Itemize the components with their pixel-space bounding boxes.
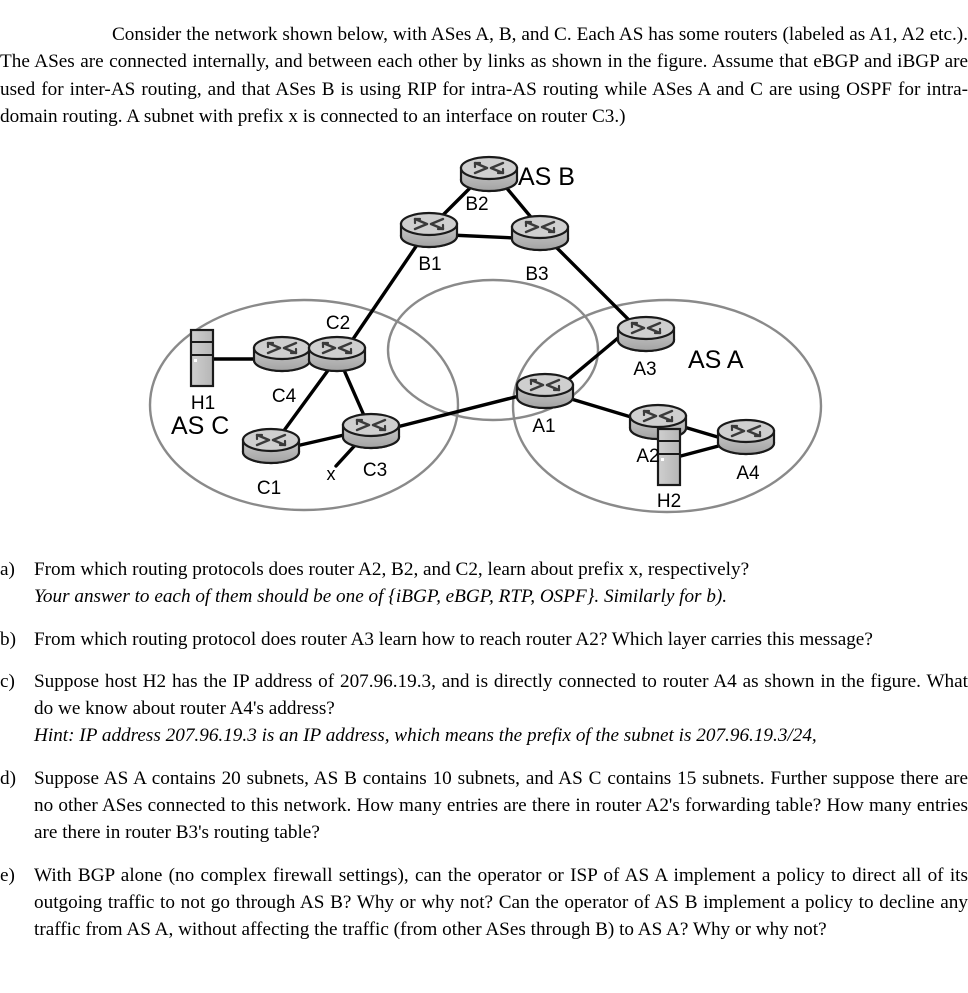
question-list: a) From which routing protocols does rou… bbox=[0, 556, 968, 959]
node-label-C4: C4 bbox=[272, 386, 297, 407]
question-text-c: Suppose host H2 has the IP address of 20… bbox=[34, 670, 968, 720]
node-label-A4: A4 bbox=[736, 463, 760, 484]
node-A4[interactable] bbox=[716, 418, 776, 456]
question-marker-a: a) bbox=[0, 559, 15, 580]
node-label-B3: B3 bbox=[525, 264, 548, 285]
question-hint-c: Hint: IP address 207.96.19.3 is an IP ad… bbox=[34, 725, 817, 747]
node-B1[interactable] bbox=[399, 211, 459, 249]
node-H1[interactable] bbox=[189, 328, 215, 388]
question-item-b: b) From which routing protocol does rout… bbox=[0, 626, 968, 653]
node-C4[interactable] bbox=[252, 335, 312, 373]
question-text-e: With BGP alone (no complex firewall sett… bbox=[34, 864, 968, 941]
question-item-c: c) Suppose host H2 has the IP address of… bbox=[0, 668, 968, 750]
link-a1-a2 bbox=[566, 396, 633, 419]
node-A1[interactable] bbox=[515, 372, 575, 410]
node-label-C3: C3 bbox=[363, 460, 387, 481]
question-item-e: e) With BGP alone (no complex firewall s… bbox=[0, 862, 968, 944]
worksheet-page: Consider the network shown below, with A… bbox=[0, 0, 968, 993]
node-H2[interactable] bbox=[656, 427, 682, 487]
node-label-B2: B2 bbox=[465, 194, 488, 215]
node-label-A1: A1 bbox=[532, 416, 555, 437]
question-item-d: d) Suppose AS A contains 20 subnets, AS … bbox=[0, 765, 968, 847]
network-topology-figure: AS B AS C AS A B2 B1 B3 H1 C4 C2 C1 C3 x… bbox=[0, 132, 968, 542]
node-label-H1: H1 bbox=[191, 393, 215, 414]
intro-paragraph: Consider the network shown below, with A… bbox=[0, 24, 968, 127]
prefix-x-label: x bbox=[327, 464, 336, 484]
node-label-B1: B1 bbox=[418, 254, 441, 275]
node-label-A2: A2 bbox=[636, 446, 659, 467]
node-label-H2: H2 bbox=[657, 491, 681, 512]
question-text-d: Suppose AS A contains 20 subnets, AS B c… bbox=[34, 767, 968, 844]
as-label-a: AS A bbox=[688, 346, 744, 374]
question-marker-b: b) bbox=[0, 628, 16, 650]
question-item-a: a) From which routing protocols does rou… bbox=[0, 556, 968, 611]
link-c1-c3 bbox=[294, 433, 346, 448]
question-marker-d: d) bbox=[0, 767, 16, 789]
link-b1-c2 bbox=[347, 240, 421, 347]
node-C2[interactable] bbox=[307, 335, 367, 373]
node-label-A3: A3 bbox=[633, 359, 656, 380]
question-marker-c: c) bbox=[0, 670, 15, 692]
node-C3[interactable] bbox=[341, 412, 401, 450]
node-label-C1: C1 bbox=[257, 478, 281, 499]
question-hint-a: Your answer to each of them should be on… bbox=[34, 586, 728, 608]
node-A3[interactable] bbox=[616, 315, 676, 353]
question-text-b: From which routing protocol does router … bbox=[34, 628, 873, 650]
node-label-C2: C2 bbox=[326, 313, 350, 334]
question-marker-e: e) bbox=[0, 864, 15, 886]
link-c2-c3 bbox=[342, 368, 368, 422]
link-a2-a4 bbox=[682, 425, 723, 440]
node-C1[interactable] bbox=[241, 427, 301, 465]
question-text-a: From which routing protocols does router… bbox=[34, 559, 750, 580]
as-label-c: AS C bbox=[171, 412, 229, 440]
as-label-b: AS B bbox=[518, 163, 575, 191]
link-b3-a3 bbox=[551, 242, 639, 330]
node-B3[interactable] bbox=[510, 214, 570, 252]
node-B2[interactable] bbox=[459, 155, 519, 193]
link-b1-b3 bbox=[448, 233, 517, 240]
